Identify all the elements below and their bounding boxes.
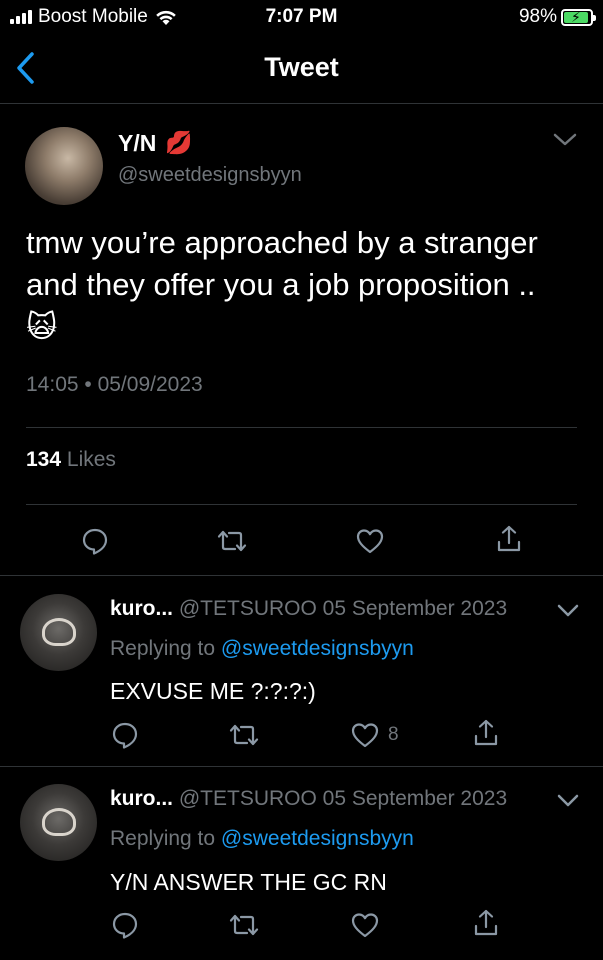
divider — [26, 427, 577, 428]
scream-cat-emoji: 🙀 — [26, 311, 58, 344]
battery-percent: 98% — [518, 6, 557, 27]
mention-link[interactable]: @sweetdesignsbyyn — [221, 827, 414, 850]
divider — [0, 766, 603, 767]
reply-avatar[interactable] — [20, 784, 97, 861]
reply-meta: @TETSUROO 05 September 2023 — [178, 597, 508, 620]
share-icon[interactable] — [494, 524, 524, 554]
reply-icon[interactable] — [110, 910, 140, 940]
author-avatar[interactable] — [25, 127, 103, 205]
chevron-down-icon[interactable] — [552, 130, 578, 150]
page-title: Tweet — [264, 52, 339, 82]
reply-text: Y/N ANSWER THE GC RN — [110, 869, 387, 895]
heart-icon[interactable] — [355, 527, 385, 555]
mention-link[interactable]: @sweetdesignsbyyn — [221, 637, 414, 660]
divider — [0, 575, 603, 576]
reply-avatar[interactable] — [20, 594, 97, 671]
battery-icon: ⚡ — [561, 8, 596, 26]
likes-count: 134 — [26, 448, 62, 471]
heart-icon[interactable] — [350, 911, 380, 939]
tweet-body: tmw you’re approached by a stranger and … — [26, 225, 538, 302]
battery: 98% ⚡ — [518, 6, 596, 28]
lips-emoji: 💋 — [165, 130, 193, 155]
like-count: 8 — [388, 724, 399, 745]
reply-header: kuro... @TETSUROO 05 September 2023 — [110, 597, 507, 621]
reply-meta: @TETSUROO 05 September 2023 — [178, 787, 508, 810]
tweet-timestamp[interactable]: 14:05 • 05/09/2023 — [26, 373, 203, 397]
chevron-down-icon[interactable] — [556, 602, 580, 620]
status-time: 7:07 PM — [265, 6, 338, 27]
reply-header: kuro... @TETSUROO 05 September 2023 — [110, 787, 507, 811]
reply-author-name[interactable]: kuro... — [110, 787, 173, 810]
reply-icon[interactable] — [110, 720, 140, 750]
replying-to: Replying to @sweetdesignsbyyn — [110, 637, 414, 661]
tweet-text: tmw you’re approached by a stranger and … — [26, 222, 566, 349]
reply-author-name[interactable]: kuro... — [110, 597, 173, 620]
heart-icon[interactable] — [350, 721, 380, 749]
likes-stat[interactable]: 134 Likes — [26, 448, 116, 472]
nav-bar: Tweet — [0, 34, 603, 104]
author-handle[interactable]: @sweetdesignsbyyn — [118, 164, 302, 187]
retweet-icon[interactable] — [228, 912, 260, 938]
retweet-icon[interactable] — [228, 722, 260, 748]
share-icon[interactable] — [471, 908, 501, 938]
replying-prefix: Replying to — [110, 827, 216, 850]
reply-icon[interactable] — [80, 526, 110, 556]
author-name[interactable]: Y/N — [118, 130, 156, 157]
divider — [26, 504, 577, 505]
status-bar: Boost Mobile 7:07 PM 98% ⚡ — [0, 0, 603, 34]
replying-to: Replying to @sweetdesignsbyyn — [110, 827, 414, 851]
share-icon[interactable] — [471, 718, 501, 748]
reply-text: EXVUSE ME ?:?:?:) — [110, 678, 316, 704]
replying-prefix: Replying to — [110, 637, 216, 660]
likes-label: Likes — [66, 448, 116, 471]
retweet-icon[interactable] — [216, 528, 248, 554]
chevron-down-icon[interactable] — [556, 792, 580, 810]
